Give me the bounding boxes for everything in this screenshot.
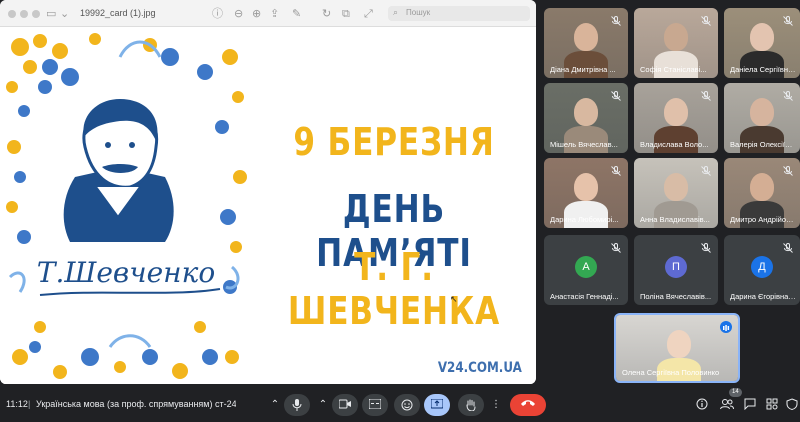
image-viewer-toolbar: ▭ ⌄ 19992_card (1).jpg ⓘ ⊖ ⊕ ⇪ ✎ ↻ ⧉ ⤢ ⌕… <box>0 0 536 27</box>
participant-name: Діана Дмитрівна ... <box>550 65 616 74</box>
participant-tile[interactable]: Владислава Воло... <box>634 83 718 153</box>
hand-icon <box>466 399 476 412</box>
mic-off-icon <box>700 241 712 253</box>
mic-off-icon <box>610 241 622 253</box>
window-zoom-dot[interactable] <box>32 10 40 18</box>
fit-icon[interactable]: ⤢ <box>364 7 373 20</box>
shared-screen: ▭ ⌄ 19992_card (1).jpg ⓘ ⊖ ⊕ ⇪ ✎ ↻ ⧉ ⤢ ⌕… <box>0 0 536 384</box>
participant-tile[interactable]: Дмитро Андрійов... <box>724 158 800 228</box>
participant-name: Анастасія Геннаді... <box>550 292 619 301</box>
camera-options-chevron-icon[interactable]: ⌃ <box>316 394 330 416</box>
raise-hand-button[interactable] <box>458 394 484 416</box>
participant-name: Олена Сергіївна Половинко <box>622 368 720 377</box>
folk-ornament-illustration: Т.Шевченко <box>0 27 252 384</box>
zoom-in-icon[interactable]: ⊕ <box>252 7 261 20</box>
search-icon: ⌕ <box>393 7 399 17</box>
separator: | <box>28 399 31 409</box>
host-controls-icon[interactable] <box>786 397 800 413</box>
captions-icon <box>368 398 382 410</box>
camera-button[interactable] <box>332 394 358 416</box>
camera-icon <box>338 399 351 409</box>
microphone-icon <box>292 399 302 411</box>
participant-name: Анна Владиславів... <box>640 215 710 224</box>
rotate-icon[interactable]: ↻ <box>322 7 331 20</box>
chat-icon[interactable] <box>744 397 760 413</box>
participant-avatar: Д <box>751 256 773 278</box>
search-placeholder: Пошук <box>406 8 431 17</box>
sidebar-toggle-icon[interactable]: ▭ <box>46 7 56 20</box>
participant-tile[interactable]: П Поліна Вячеславів... <box>634 235 718 305</box>
participant-tile[interactable]: Олена Сергіївна Половинко <box>614 313 740 383</box>
participant-name: Валерія Олексіївн... <box>730 140 796 149</box>
participant-tile[interactable]: Даніела Сергіївна... <box>724 8 800 78</box>
file-name: 19992_card (1).jpg <box>80 8 156 18</box>
present-now-button[interactable] <box>424 394 450 416</box>
window-close-dot[interactable] <box>8 10 16 18</box>
participant-tile[interactable]: А Анастасія Геннаді... <box>544 235 628 305</box>
clock: 11:12 <box>6 399 28 409</box>
markup-icon[interactable]: ✎ <box>292 7 301 20</box>
participant-tile[interactable]: Мішель Вячеслав... <box>544 83 628 153</box>
headline-name: Т. Г. ШЕВЧЕНКА <box>287 245 501 333</box>
window-minimize-dot[interactable] <box>20 10 28 18</box>
microphone-button[interactable] <box>284 394 310 416</box>
search-input[interactable]: ⌕ Пошук <box>388 6 530 21</box>
mic-off-icon <box>700 89 712 101</box>
participant-name: Даніела Сергіївна... <box>730 65 796 74</box>
participant-tile[interactable]: Д Дарина Єгорівна ... <box>724 235 800 305</box>
mic-off-icon <box>610 89 622 101</box>
participant-name: Дмитро Андрійов... <box>730 215 796 224</box>
mic-off-icon <box>610 14 622 26</box>
mouse-cursor-icon: ↖ <box>450 294 458 304</box>
participant-name: Мішель Вячеслав... <box>550 140 618 149</box>
present-screen-icon <box>430 398 444 409</box>
participant-tile[interactable]: Валерія Олексіївн... <box>724 83 800 153</box>
emoji-icon <box>401 399 413 411</box>
participant-tile[interactable]: Дарина Любомирі... <box>544 158 628 228</box>
participant-name: Софія Станіславі... <box>640 65 707 74</box>
zoom-out-icon[interactable]: ⊖ <box>234 7 243 20</box>
participant-name: Поліна Вячеславів... <box>640 292 712 301</box>
activities-icon[interactable] <box>766 397 782 413</box>
signature: Т.Шевченко <box>37 256 215 289</box>
mic-off-icon <box>610 164 622 176</box>
speaking-indicator-icon <box>720 321 732 333</box>
people-icon[interactable] <box>720 397 736 413</box>
participant-avatar: П <box>665 256 687 278</box>
mic-off-icon <box>700 164 712 176</box>
mic-options-chevron-icon[interactable]: ⌃ <box>268 394 282 416</box>
participant-tile[interactable]: Анна Владиславів... <box>634 158 718 228</box>
mic-off-icon <box>782 89 794 101</box>
captions-button[interactable] <box>362 394 388 416</box>
share-icon[interactable]: ⇪ <box>270 7 279 20</box>
participant-avatar: А <box>575 256 597 278</box>
meet-window: ▭ ⌄ 19992_card (1).jpg ⓘ ⊖ ⊕ ⇪ ✎ ↻ ⧉ ⤢ ⌕… <box>0 0 800 422</box>
meeting-details-icon[interactable] <box>696 397 712 413</box>
leave-call-button[interactable] <box>510 394 546 416</box>
crop-icon[interactable]: ⧉ <box>342 7 350 20</box>
shevchenko-card-image: Т.Шевченко 9 БЕРЕЗНЯ ДЕНЬ ПАМ’ЯТІ Т. Г. … <box>0 27 536 384</box>
participant-count-badge: 14 <box>729 388 742 397</box>
mic-off-icon <box>782 164 794 176</box>
chevron-down-icon[interactable]: ⌄ <box>60 7 69 20</box>
bottom-toolbar: 11:12 | Українська мова (за проф. спряму… <box>0 388 800 422</box>
mic-off-icon <box>782 14 794 26</box>
hang-up-icon <box>521 400 535 406</box>
mic-off-icon <box>700 14 712 26</box>
more-options-icon[interactable]: ⋮ <box>488 394 504 416</box>
watermark: V24.COM.UA <box>437 360 522 376</box>
meeting-title: Українська мова (за проф. спрямуванням) … <box>36 399 236 409</box>
participant-tile[interactable]: Софія Станіславі... <box>634 8 718 78</box>
info-icon[interactable]: ⓘ <box>212 7 223 20</box>
mic-off-icon <box>782 241 794 253</box>
participant-name: Дарина Любомирі... <box>550 215 619 224</box>
headline-date: 9 БЕРЕЗНЯ <box>293 120 495 164</box>
emoji-button[interactable] <box>394 394 420 416</box>
participant-name: Владислава Воло... <box>640 140 709 149</box>
participant-name: Дарина Єгорівна ... <box>730 292 796 301</box>
participant-tile[interactable]: Діана Дмитрівна ... <box>544 8 628 78</box>
